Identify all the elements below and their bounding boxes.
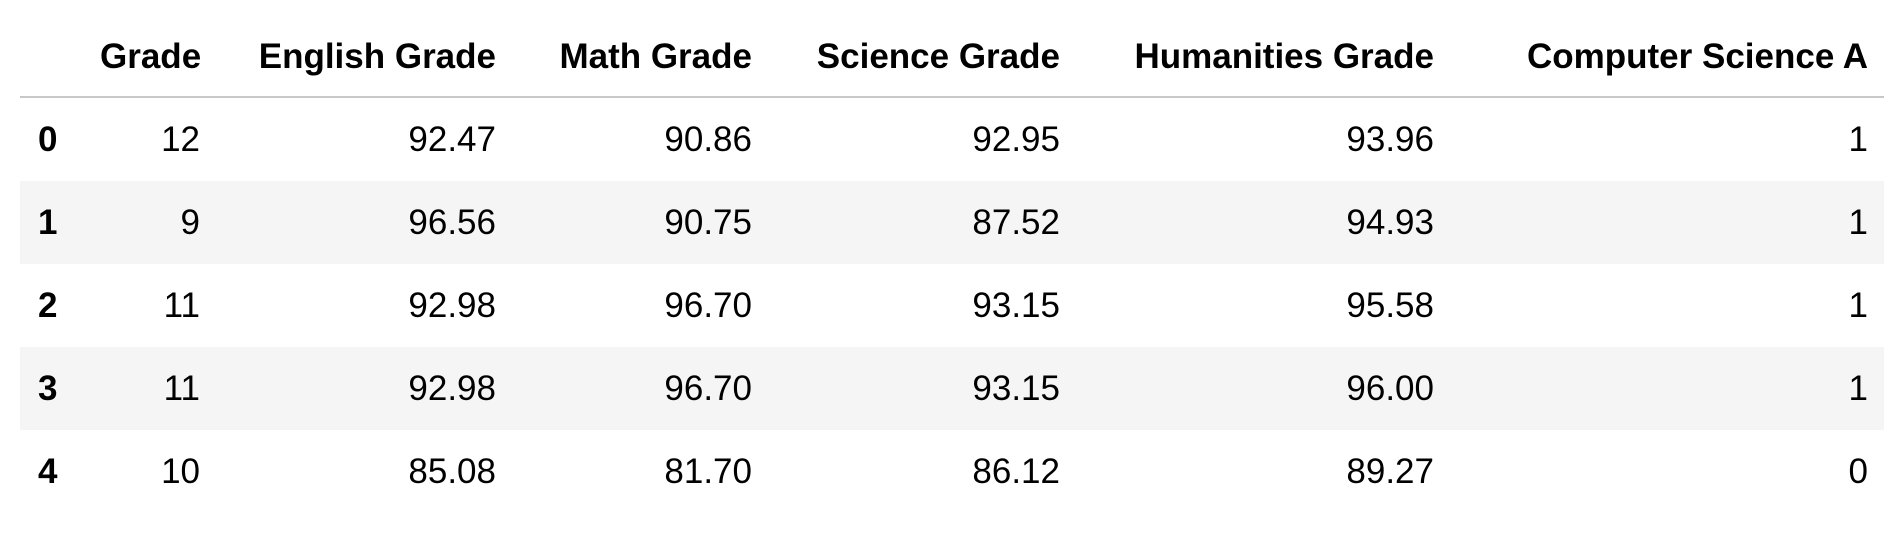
cell-grade: 10 xyxy=(161,451,200,491)
cell-math-grade: 96.70 xyxy=(664,368,752,408)
table-row: 3 11 92.98 96.70 93.15 96.00 1 xyxy=(20,347,1884,430)
cell-humanities-grade: 96.00 xyxy=(1346,368,1434,408)
cell-science-grade: 92.95 xyxy=(972,119,1060,159)
header-row: Grade English Grade Math Grade Science G… xyxy=(20,18,1884,98)
index-column-header xyxy=(20,18,100,98)
cell-math-grade: 90.75 xyxy=(664,202,752,242)
cell-english-grade: 96.56 xyxy=(408,202,496,242)
table-row: 1 9 96.56 90.75 87.52 94.93 1 xyxy=(20,181,1884,264)
row-index: 3 xyxy=(38,368,58,408)
cell-science-grade: 93.15 xyxy=(972,285,1060,325)
row-index: 0 xyxy=(38,119,58,159)
cell-english-grade: 92.98 xyxy=(408,368,496,408)
cell-humanities-grade: 89.27 xyxy=(1346,451,1434,491)
dataframe-output: Grade English Grade Math Grade Science G… xyxy=(20,18,1884,513)
dataframe-table: Grade English Grade Math Grade Science G… xyxy=(20,18,1884,513)
cell-humanities-grade: 94.93 xyxy=(1346,202,1434,242)
cell-math-grade: 90.86 xyxy=(664,119,752,159)
cell-science-grade: 87.52 xyxy=(972,202,1060,242)
cell-computer-science-a: 0 xyxy=(1848,451,1868,491)
row-index: 1 xyxy=(38,202,58,242)
cell-grade: 12 xyxy=(161,119,200,159)
cell-grade: 9 xyxy=(180,202,200,242)
cell-computer-science-a: 1 xyxy=(1848,202,1868,242)
column-header-science-grade: Science Grade xyxy=(768,18,1076,98)
cell-math-grade: 81.70 xyxy=(664,451,752,491)
cell-english-grade: 85.08 xyxy=(408,451,496,491)
cell-science-grade: 86.12 xyxy=(972,451,1060,491)
column-header-math-grade: Math Grade xyxy=(512,18,768,98)
table-row: 2 11 92.98 96.70 93.15 95.58 1 xyxy=(20,264,1884,347)
cell-english-grade: 92.98 xyxy=(408,285,496,325)
column-header-english-grade: English Grade xyxy=(216,18,512,98)
table-row: 4 10 85.08 81.70 86.12 89.27 0 xyxy=(20,430,1884,513)
column-header-computer-science-a: Computer Science A xyxy=(1450,18,1884,98)
table-row: 0 12 92.47 90.86 92.95 93.96 1 xyxy=(20,97,1884,181)
cell-grade: 11 xyxy=(163,285,200,325)
row-index: 4 xyxy=(38,451,58,491)
cell-computer-science-a: 1 xyxy=(1848,119,1868,159)
cell-humanities-grade: 93.96 xyxy=(1346,119,1434,159)
cell-grade: 11 xyxy=(163,368,200,408)
cell-humanities-grade: 95.58 xyxy=(1346,285,1434,325)
column-header-humanities-grade: Humanities Grade xyxy=(1076,18,1450,98)
cell-computer-science-a: 1 xyxy=(1848,285,1868,325)
row-index: 2 xyxy=(38,285,58,325)
column-header-grade: Grade xyxy=(100,18,216,98)
cell-science-grade: 93.15 xyxy=(972,368,1060,408)
cell-math-grade: 96.70 xyxy=(664,285,752,325)
cell-computer-science-a: 1 xyxy=(1848,368,1868,408)
cell-english-grade: 92.47 xyxy=(408,119,496,159)
